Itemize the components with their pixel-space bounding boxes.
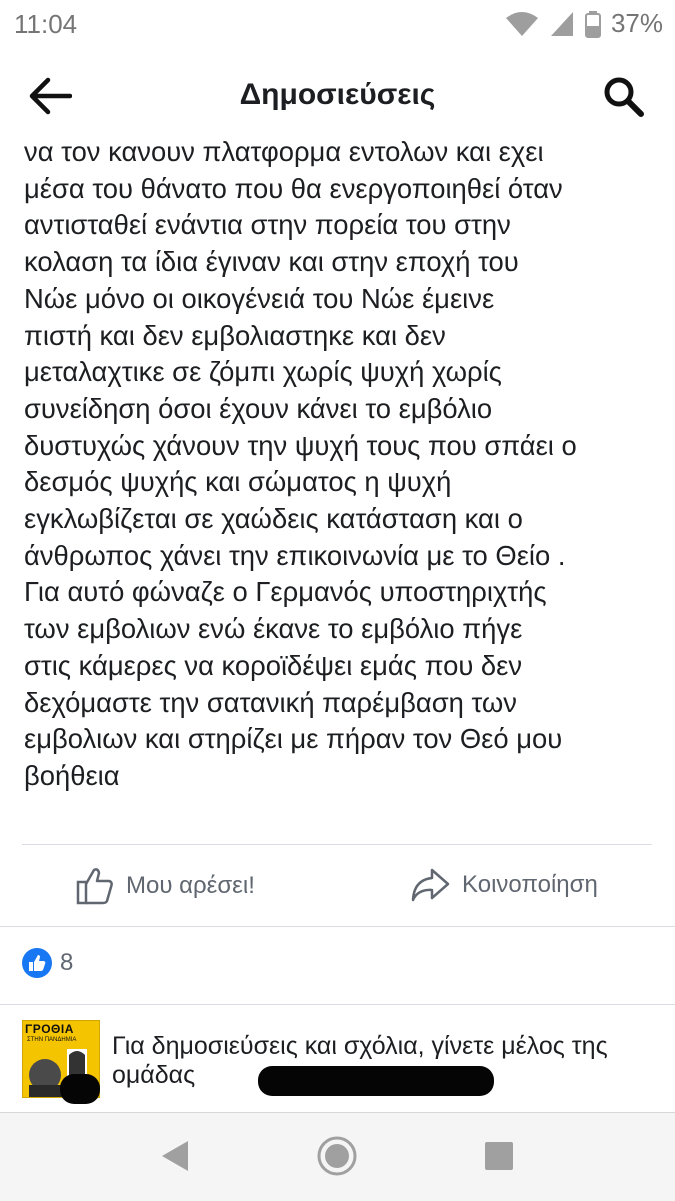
signal-icon [550,11,573,36]
search-button[interactable] [601,74,645,118]
battery-percent: 37% [610,8,663,38]
status-icons: 37% [505,8,663,39]
divider [0,926,675,927]
post-text-line: δεχόμαστε την σατανική παρέμβαση των [24,686,517,718]
like-reaction-icon [22,948,52,978]
post-text-line: δυστυχώς χάνουν την ψυχή τους που σπάει … [24,429,577,461]
post-text-line: μέσα του θάνατο που θα ενεργοποιηθεί ότα… [24,172,563,204]
post-text-line: συνείδηση όσοι έχουν κάνει το εμβόλιο [24,392,493,424]
battery-icon [584,10,601,38]
share-arrow-icon [411,868,450,902]
post-body: να τον κανουν πλατφορμα εντολων και εχει… [24,134,664,795]
post-text-line: αντισταθεί ενάντια στην πορεία του στην [24,209,511,241]
post-text-line: εμβολιων και στηρίζει με πήραν τον Θεό μ… [24,723,563,755]
app-bar: Δημοσιεύσεις [0,60,675,132]
wifi-icon [505,11,538,36]
post-text-line: δεσμός ψυχής και σώματος η ψυχή [24,466,452,498]
post-text-line: βοήθεια [24,759,120,791]
reaction-summary[interactable]: 8 [22,948,73,978]
like-button[interactable]: Μου αρέσει! [76,866,255,906]
redaction-mark [60,1074,100,1104]
arrow-left-icon [29,77,73,115]
post-text-line: των εμβολιων ενώ έκανε το εμβόλιο πήγε [24,613,523,645]
post-text-line: πιστή και δεν εμβολιαστηκε και δεν [24,319,446,351]
post-text-line: Νώε μόνο οι οικογένειά του Νώε έμεινε [24,282,495,314]
divider [22,844,652,845]
divider [0,1004,675,1005]
page-title: Δημοσιεύσεις [239,78,436,111]
group-avatar-label: ΓΡΟΘΙΑ [25,1022,74,1036]
redaction-mark [258,1066,494,1096]
post-text-line: Για αυτό φώναζε ο Γερμανός υποστηριχτής [24,576,547,608]
status-time: 11:04 [14,9,78,39]
share-label: Κοινοποίηση [462,871,598,898]
back-button[interactable] [28,76,76,116]
reaction-count: 8 [60,949,74,976]
post-text-line: μεταλαχτικε σε ζόμπι χωρίς ψυχή χωρίς [24,356,502,388]
post-text-line: εγκλωβίζεται σε χαώδεις κατάσταση και ο [24,503,523,535]
post-text-line: κολαση τα ίδια έγιναν και στην εποχή του [24,246,519,278]
like-label: Μου αρέσει! [126,872,255,899]
nav-back-icon[interactable] [160,1139,190,1173]
group-avatar-sublabel: ΣΤΗΝ ΠΑΝΔΗΜΙΑ [27,1037,77,1043]
post-text-line: στις κάμερες να κοροϊδέψει εμάς που δεν [24,649,523,681]
post-text-line: άνθρωπος χάνει την επικοινωνία με το Θεί… [24,539,566,571]
system-nav-bar [0,1112,675,1201]
post-text-line: να τον κανουν πλατφορμα εντολων και εχει [24,136,544,167]
search-icon [604,77,644,117]
nav-recents-icon[interactable] [484,1141,514,1171]
thumbs-up-icon [76,868,113,905]
nav-home-icon[interactable] [316,1135,358,1177]
status-bar: 11:04 37% [0,0,675,48]
share-button[interactable]: Κοινοποίηση [410,866,598,904]
